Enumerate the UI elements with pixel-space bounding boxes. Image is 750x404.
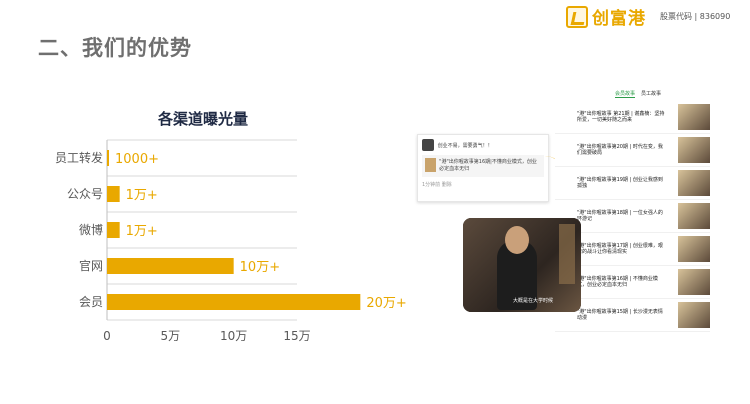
feed-item-thumbnail (678, 170, 710, 196)
data-label: 1万+ (126, 188, 158, 203)
x-tick-label: 15万 (283, 329, 310, 343)
feed-item-thumbnail (678, 236, 710, 262)
x-tick-label: 5万 (161, 329, 181, 343)
category-label: 员工转发 (55, 150, 103, 165)
company-logo: 创富港 (566, 4, 646, 29)
feed-item-title: "港"出你喔故事第19期 | 创业让我感到孤独 (577, 176, 663, 190)
tab-staff-stories[interactable]: 员工故事 (641, 90, 661, 98)
logo-icon (566, 5, 588, 28)
feed-item[interactable]: "港"出你喔故事第19期 | 创业让我感到孤独 (555, 167, 710, 200)
chart-title: 各渠道曝光量 (158, 110, 249, 128)
tab-member-stories[interactable]: 会员故事 (615, 90, 636, 98)
post-meta: 1分钟前 删除 (422, 182, 452, 188)
screenshot-collage: 创业不易，需要勇气！！ "港"出你喔故事第16期|不懂商业模式，创业必定血本无归… (395, 86, 710, 341)
bar (107, 186, 120, 202)
page-title: 二、我们的优势 (38, 36, 192, 60)
post-text: 创业不易，需要勇气！！ (437, 142, 493, 149)
quote-thumbnail (425, 158, 437, 172)
data-label: 10万+ (240, 260, 280, 275)
logo-text: 创富港 (592, 9, 646, 29)
feed-item-thumbnail (678, 104, 710, 130)
bar (107, 258, 234, 274)
data-label: 1万+ (126, 224, 158, 239)
feed-item-thumbnail (678, 302, 710, 328)
feed-tabs: 会员故事 员工故事 (555, 86, 710, 101)
feed-item-title: "港"出你喔故事第15期 | 长沙漫无表情动漫 (577, 308, 663, 322)
feed-item-title: "港"出你喔故事第18期 | 一位女强人的环游记 (577, 209, 663, 223)
feed-item[interactable]: "港"出你喔故事 第21期 | 谢鑫楠：坚持所爱，一切美好随之而来 (555, 101, 710, 134)
bar (107, 222, 120, 238)
avatar (422, 139, 434, 151)
x-tick-label: 0 (103, 329, 111, 343)
social-post-card: 创业不易，需要勇气！！ "港"出你喔故事第16期|不懂商业模式，创业必定血本无归… (417, 134, 549, 202)
feed-item-thumbnail (678, 137, 710, 163)
video-shelf (559, 224, 575, 284)
category-label: 官网 (79, 258, 103, 273)
feed-item-thumbnail (678, 203, 710, 229)
bar-chart: 员工转发 1000+公众号 1万+微博 1万+官网 10万+会员 20万+0 5万 10万 15… (55, 139, 407, 343)
feed-item-title: "港"出你喔故事 第21期 | 谢鑫楠：坚持所爱，一切美好随之而来 (577, 110, 665, 124)
feed-item-title: "港"出你喔故事第17期 | 创业很难，艰苦的战斗让你看清现实 (577, 242, 663, 256)
video-frame: 大概是在大学时候 (463, 218, 581, 312)
x-tick-label: 10万 (220, 329, 247, 343)
bar (107, 294, 361, 310)
post-quote-text: "港"出你喔故事第16期|不懂商业模式，创业必定血本无归 (439, 159, 537, 172)
category-label: 公众号 (67, 187, 103, 201)
feed-item[interactable]: "港"出你喔故事第20期 | 时代在变，我们需要破局 (555, 134, 710, 167)
feed-item-thumbnail (678, 269, 710, 295)
bar (107, 150, 109, 166)
data-label: 1000+ (115, 152, 159, 167)
stock-code: 股票代码 | 836090 (660, 12, 731, 21)
category-label: 会员 (79, 295, 103, 309)
category-label: 微博 (79, 222, 103, 237)
feed-item-title: "港"出你喔故事第16期 | 不懂商业模式，创业必定血本无归 (577, 275, 658, 289)
video-caption: 大概是在大学时候 (513, 298, 554, 304)
post-quote: "港"出你喔故事第16期|不懂商业模式，创业必定血本无归 (422, 155, 544, 177)
feed-item-title: "港"出你喔故事第20期 | 时代在变，我们需要破局 (577, 143, 663, 157)
video-person-head (505, 226, 529, 254)
